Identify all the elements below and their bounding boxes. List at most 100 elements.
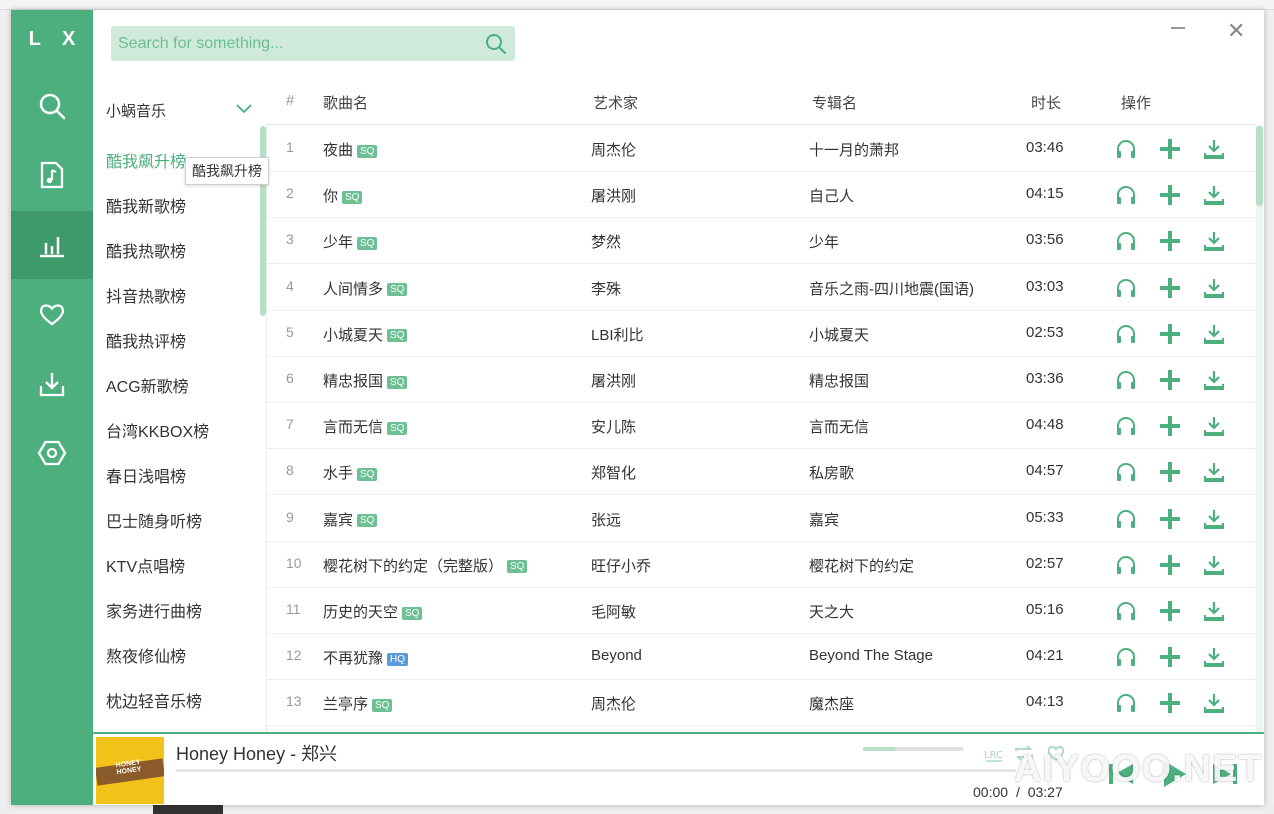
leaderboard-item[interactable]: KTV点唱榜	[106, 553, 185, 577]
search-icon[interactable]	[485, 33, 507, 55]
play-icon[interactable]	[1155, 756, 1191, 792]
nav-download[interactable]	[11, 350, 93, 418]
album-name: 自己人	[809, 188, 855, 206]
table-row[interactable]: 1 夜曲 SQ 周杰伦 十一月的萧邦 03:46	[266, 126, 1257, 172]
download-icon[interactable]	[1203, 600, 1225, 622]
listen-icon[interactable]	[1115, 369, 1137, 391]
heart-icon[interactable]	[1045, 742, 1067, 764]
previous-icon[interactable]	[1103, 756, 1139, 792]
add-icon[interactable]	[1159, 692, 1181, 714]
add-icon[interactable]	[1159, 323, 1181, 345]
download-icon[interactable]	[1203, 138, 1225, 160]
leaderboard-item[interactable]: 酷我热评榜	[106, 328, 186, 352]
volume-slider[interactable]	[863, 747, 963, 751]
listen-icon[interactable]	[1115, 323, 1137, 345]
source-select[interactable]: 小蜗音乐	[106, 100, 256, 121]
download-icon[interactable]	[1203, 461, 1225, 483]
add-icon[interactable]	[1159, 461, 1181, 483]
song-name-cell: 精忠报国 SQ	[323, 370, 408, 391]
quality-badge: SQ	[402, 606, 423, 620]
table-row[interactable]: 2 你 SQ 屠洪刚 自己人 04:15	[266, 172, 1257, 219]
add-icon[interactable]	[1159, 415, 1181, 437]
song-name: 嘉宾	[323, 511, 354, 529]
next-icon[interactable]	[1207, 756, 1243, 792]
leaderboard-item[interactable]: 酷我新歌榜	[106, 193, 186, 217]
table-row[interactable]: 6 精忠报国 SQ 屠洪刚 精忠报国 03:36	[266, 357, 1257, 403]
download-icon[interactable]	[1203, 508, 1225, 530]
table-row[interactable]: 10 樱花树下的约定（完整版） SQ 旺仔小乔 樱花树下的约定 02:57	[266, 542, 1257, 588]
table-row[interactable]: 13 兰亭序 SQ 周杰伦 魔杰座 04:13	[266, 680, 1257, 727]
add-icon[interactable]	[1159, 230, 1181, 252]
song-name-cell: 人间情多 SQ	[323, 278, 408, 299]
leaderboard-item[interactable]: 熬夜修仙榜	[106, 643, 186, 667]
download-icon[interactable]	[1203, 323, 1225, 345]
quality-badge: SQ	[507, 560, 528, 574]
leaderboard-item[interactable]: 巴士随身听榜	[106, 508, 202, 532]
download-icon[interactable]	[1203, 692, 1225, 714]
add-icon[interactable]	[1159, 646, 1181, 668]
leaderboard-item[interactable]: 酷我飙升榜	[106, 148, 186, 172]
leaderboard-item[interactable]: 酷我热歌榜	[106, 238, 186, 262]
heart-icon	[39, 304, 65, 326]
listen-icon[interactable]	[1115, 461, 1137, 483]
table-row[interactable]: 7 言而无信 SQ 安儿陈 言而无信 04:48	[266, 403, 1257, 450]
listen-icon[interactable]	[1115, 230, 1137, 252]
duration: 03:36	[1026, 370, 1064, 387]
leaderboard-item[interactable]: ACG新歌榜	[106, 373, 189, 397]
nav-search[interactable]	[11, 72, 93, 140]
table-row[interactable]: 8 水手 SQ 郑智化 私房歌 04:57	[266, 449, 1257, 496]
download-icon[interactable]	[1203, 415, 1225, 437]
listen-icon[interactable]	[1115, 415, 1137, 437]
table-row[interactable]: 11 历史的天空 SQ 毛阿敏 天之大 05:16	[266, 588, 1257, 634]
song-name-cell: 嘉宾 SQ	[323, 509, 378, 530]
progress-bar[interactable]	[176, 769, 1016, 772]
listen-icon[interactable]	[1115, 600, 1137, 622]
download-icon[interactable]	[1203, 184, 1225, 206]
listen-icon[interactable]	[1115, 646, 1137, 668]
download-icon[interactable]	[1203, 646, 1225, 668]
close-button[interactable]: ✕	[1227, 18, 1245, 44]
song-name: 精忠报国	[323, 373, 384, 390]
table-scrollbar[interactable]	[1256, 126, 1263, 206]
nav-settings[interactable]	[11, 419, 93, 487]
nav-song-list[interactable]	[11, 141, 93, 209]
download-icon[interactable]	[1203, 277, 1225, 299]
chart-bars-icon	[40, 237, 64, 258]
download-icon[interactable]	[1203, 554, 1225, 576]
add-icon[interactable]	[1159, 184, 1181, 206]
table-row[interactable]: 9 嘉宾 SQ 张远 嘉宾 05:33	[266, 496, 1257, 542]
add-icon[interactable]	[1159, 554, 1181, 576]
lyrics-icon[interactable]: LRC	[983, 742, 1005, 764]
minimize-button[interactable]	[1171, 26, 1187, 30]
search-input[interactable]	[118, 26, 478, 61]
nav-leaderboard[interactable]	[11, 211, 93, 279]
add-icon[interactable]	[1159, 369, 1181, 391]
listen-icon[interactable]	[1115, 554, 1137, 576]
download-icon[interactable]	[1203, 230, 1225, 252]
listen-icon[interactable]	[1115, 277, 1137, 299]
add-icon[interactable]	[1159, 138, 1181, 160]
leaderboard-item[interactable]: 台湾KKBOX榜	[106, 418, 209, 442]
column-artist: 艺术家	[593, 95, 639, 112]
table-row[interactable]: 4 人间情多 SQ 李殊 音乐之雨-四川地震(国语) 03:03	[266, 265, 1257, 311]
table-row[interactable]: 3 少年 SQ 梦然 少年 03:56	[266, 218, 1257, 265]
repeat-icon[interactable]	[1013, 742, 1035, 764]
leaderboard-item[interactable]: 抖音热歌榜	[106, 283, 186, 307]
add-icon[interactable]	[1159, 277, 1181, 299]
listen-icon[interactable]	[1115, 692, 1137, 714]
album-cover[interactable]: HONEY HONEY	[96, 737, 164, 804]
leaderboard-item[interactable]: 枕边轻音乐榜	[106, 688, 202, 712]
table-row[interactable]: 5 小城夏天 SQ LBI利比 小城夏天 02:53	[266, 311, 1257, 357]
leaderboard-item[interactable]: 家务进行曲榜	[106, 598, 202, 622]
chevron-down-icon[interactable]	[236, 104, 252, 114]
leaderboard-item[interactable]: 春日浅唱榜	[106, 463, 186, 487]
listen-icon[interactable]	[1115, 138, 1137, 160]
table-row[interactable]: 12 不再犹豫 HQ Beyond Beyond The Stage 04:21	[266, 634, 1257, 681]
listen-icon[interactable]	[1115, 508, 1137, 530]
add-icon[interactable]	[1159, 600, 1181, 622]
listen-icon[interactable]	[1115, 184, 1137, 206]
nav-favorites[interactable]	[11, 280, 93, 348]
download-icon[interactable]	[1203, 369, 1225, 391]
now-playing-title: Honey Honey - 郑兴	[176, 744, 338, 764]
add-icon[interactable]	[1159, 508, 1181, 530]
